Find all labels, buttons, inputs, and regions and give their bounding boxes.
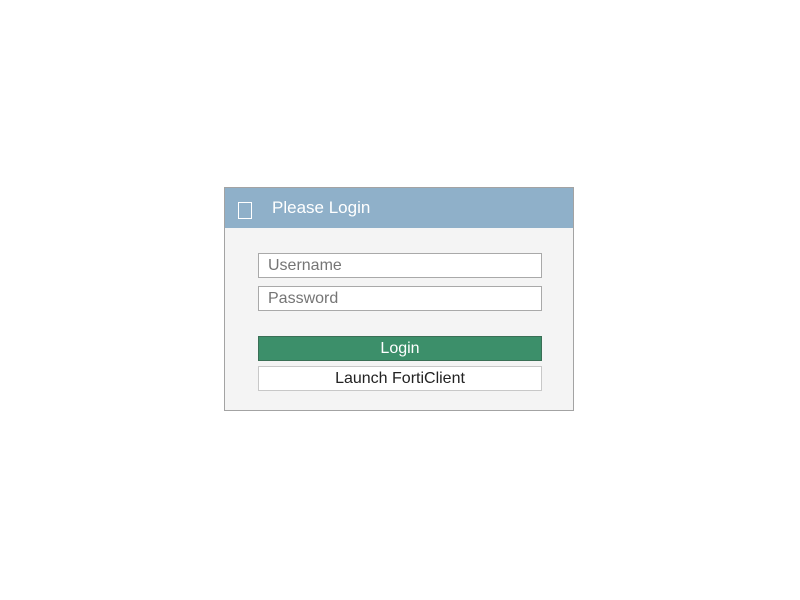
login-panel: Please Login Login Launch FortiClient <box>224 187 574 411</box>
lock-icon <box>238 201 252 219</box>
panel-title: Please Login <box>272 198 371 217</box>
password-input[interactable] <box>258 286 542 311</box>
login-panel-header: Please Login <box>225 188 573 228</box>
launch-forticlient-button[interactable]: Launch FortiClient <box>258 366 542 391</box>
login-form: Login Launch FortiClient <box>225 228 573 391</box>
username-input[interactable] <box>258 253 542 278</box>
login-button[interactable]: Login <box>258 336 542 361</box>
